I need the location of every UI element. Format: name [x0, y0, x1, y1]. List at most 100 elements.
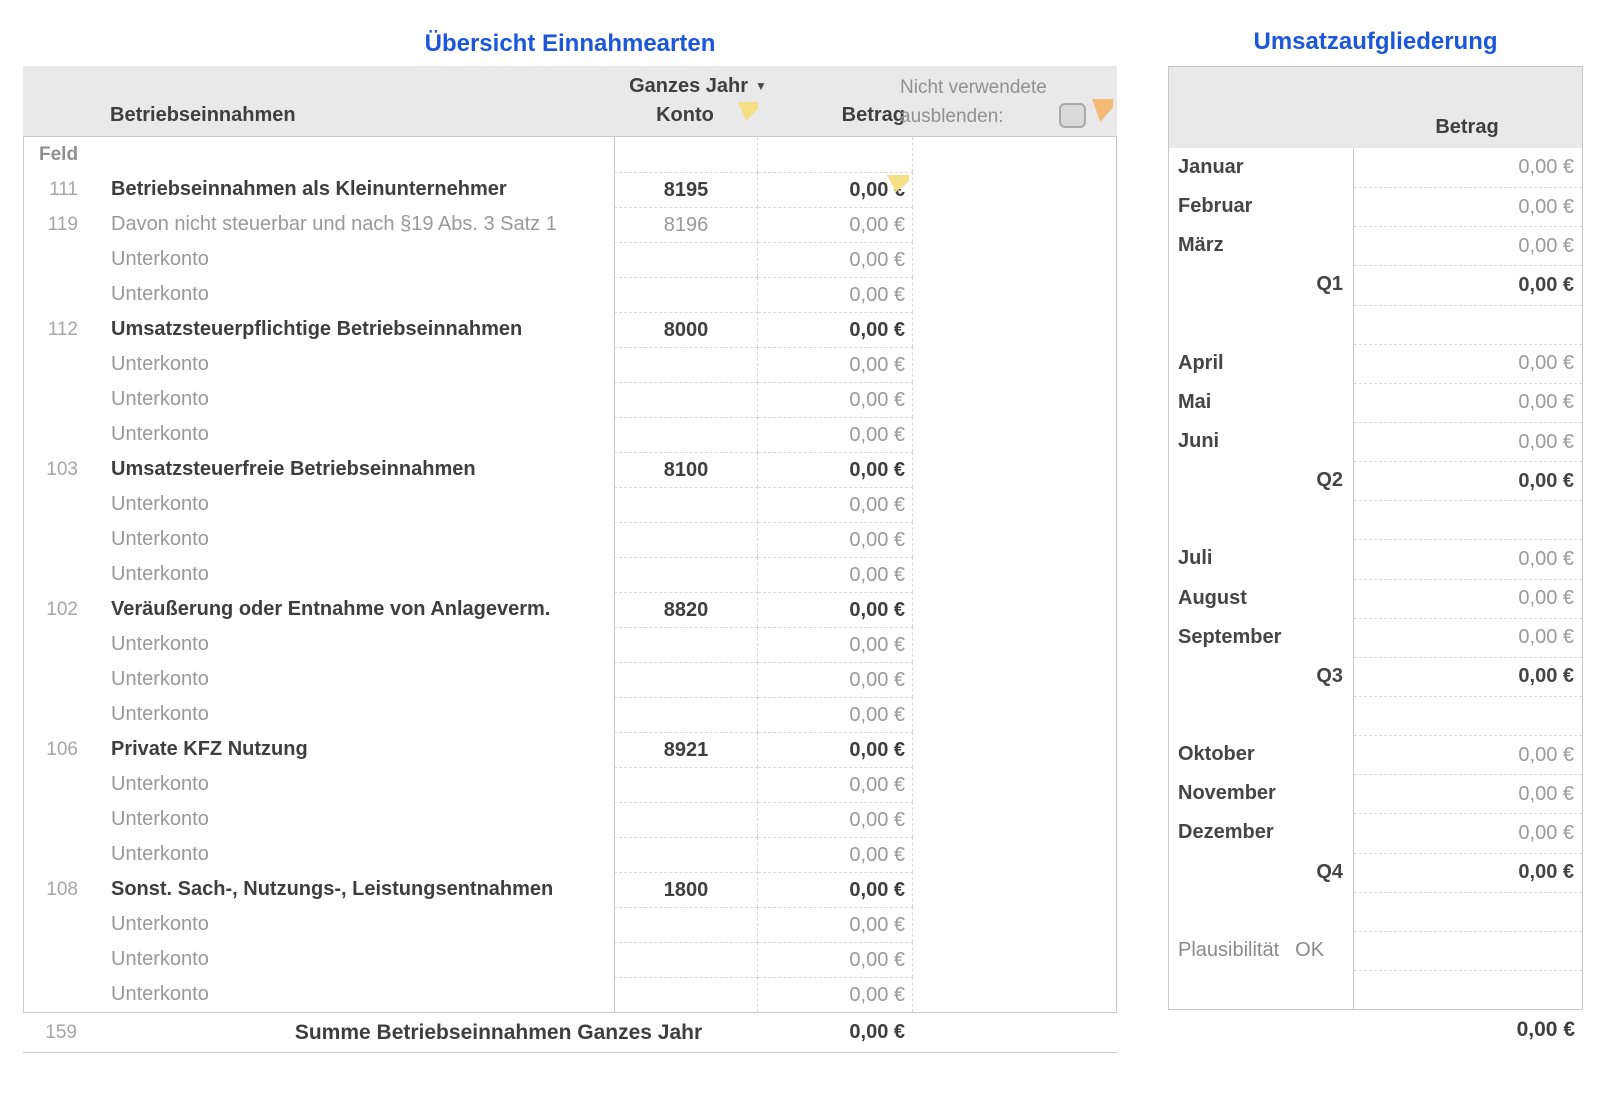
- notes-cell[interactable]: [913, 872, 1116, 907]
- betrag-cell[interactable]: 0,00 €: [758, 452, 913, 487]
- period-label-cell[interactable]: Oktober: [1169, 735, 1354, 774]
- konto-cell[interactable]: [614, 837, 758, 872]
- betrag-cell[interactable]: 0,00 €: [1354, 813, 1582, 852]
- period-label-cell[interactable]: August: [1169, 579, 1354, 618]
- notes-cell[interactable]: [913, 242, 1116, 277]
- period-label-cell[interactable]: Q3: [1169, 657, 1354, 696]
- betrag-cell[interactable]: 0,00 €: [1354, 422, 1582, 461]
- betrag-cell[interactable]: 0,00 €: [1354, 539, 1582, 578]
- period-label-cell[interactable]: [1169, 892, 1354, 931]
- period-label-cell[interactable]: [1169, 500, 1354, 539]
- notes-cell[interactable]: [913, 207, 1116, 242]
- konto-cell[interactable]: [614, 767, 758, 802]
- notes-cell[interactable]: [913, 767, 1116, 802]
- period-label-cell[interactable]: Q4: [1169, 853, 1354, 892]
- row-label-cell[interactable]: Unterkonto: [86, 277, 614, 312]
- row-label-cell[interactable]: Unterkonto: [86, 907, 614, 942]
- konto-cell[interactable]: [614, 977, 758, 1012]
- notes-cell[interactable]: [913, 837, 1116, 872]
- betrag-cell[interactable]: 0,00 €: [1354, 853, 1582, 892]
- betrag-cell[interactable]: 0,00 €: [1354, 735, 1582, 774]
- betrag-cell[interactable]: [1354, 696, 1582, 735]
- konto-cell[interactable]: [614, 487, 758, 522]
- betrag-cell[interactable]: [1354, 931, 1582, 970]
- betrag-cell[interactable]: 0,00 €: [758, 767, 913, 802]
- konto-cell[interactable]: 1800: [614, 872, 758, 907]
- konto-cell[interactable]: [614, 417, 758, 452]
- period-label-cell[interactable]: Mai: [1169, 383, 1354, 422]
- konto-cell[interactable]: [614, 382, 758, 417]
- hide-unused-checkbox[interactable]: [1059, 103, 1086, 128]
- betrag-cell[interactable]: 0,00 €: [758, 977, 913, 1012]
- konto-cell[interactable]: [614, 907, 758, 942]
- notes-cell[interactable]: [913, 907, 1116, 942]
- notes-cell[interactable]: [913, 277, 1116, 312]
- betrag-cell[interactable]: 0,00 €: [1354, 383, 1582, 422]
- betrag-cell[interactable]: [1354, 970, 1582, 1009]
- betrag-cell[interactable]: 0,00 €: [1354, 148, 1582, 187]
- notes-cell[interactable]: [913, 977, 1116, 1012]
- konto-cell[interactable]: [614, 627, 758, 662]
- period-label-cell[interactable]: PlausibilitätOK: [1169, 931, 1354, 970]
- betrag-cell[interactable]: 0,00 €: [758, 732, 913, 767]
- konto-cell[interactable]: [614, 662, 758, 697]
- row-label-cell[interactable]: Unterkonto: [86, 977, 614, 1012]
- betrag-cell[interactable]: 0,00 €: [758, 802, 913, 837]
- notes-cell[interactable]: [913, 382, 1116, 417]
- row-label-cell[interactable]: Unterkonto: [86, 837, 614, 872]
- period-label-cell[interactable]: Dezember: [1169, 813, 1354, 852]
- konto-cell[interactable]: [614, 697, 758, 732]
- notes-cell[interactable]: [913, 802, 1116, 837]
- row-label-cell[interactable]: Unterkonto: [86, 802, 614, 837]
- row-label-cell[interactable]: Unterkonto: [86, 487, 614, 522]
- betrag-cell[interactable]: 0,00 €: [758, 522, 913, 557]
- konto-cell[interactable]: 8820: [614, 592, 758, 627]
- period-label-cell[interactable]: Q1: [1169, 265, 1354, 304]
- betrag-cell[interactable]: 0,00 €: [1354, 579, 1582, 618]
- betrag-cell[interactable]: 0,00 €: [758, 207, 913, 242]
- notes-cell[interactable]: [913, 522, 1116, 557]
- period-label-cell[interactable]: September: [1169, 618, 1354, 657]
- betrag-cell[interactable]: 0,00 €: [758, 382, 913, 417]
- period-label-cell[interactable]: Q2: [1169, 461, 1354, 500]
- betrag-cell[interactable]: 0,00 €: [758, 487, 913, 522]
- row-label-cell[interactable]: Unterkonto: [86, 697, 614, 732]
- row-label-cell[interactable]: Private KFZ Nutzung: [86, 732, 614, 767]
- konto-cell[interactable]: [614, 242, 758, 277]
- konto-cell[interactable]: 8100: [614, 452, 758, 487]
- row-label-cell[interactable]: Unterkonto: [86, 557, 614, 592]
- row-label-cell[interactable]: Unterkonto: [86, 627, 614, 662]
- konto-cell[interactable]: [614, 802, 758, 837]
- betrag-cell[interactable]: 0,00 €: [758, 872, 913, 907]
- row-label-cell[interactable]: Unterkonto: [86, 347, 614, 382]
- period-label-cell[interactable]: April: [1169, 344, 1354, 383]
- notes-cell[interactable]: [913, 312, 1116, 347]
- betrag-cell[interactable]: 0,00 €: [758, 627, 913, 662]
- row-label-cell[interactable]: Unterkonto: [86, 767, 614, 802]
- betrag-cell[interactable]: 0,00 €: [1354, 226, 1582, 265]
- konto-cell[interactable]: 8921: [614, 732, 758, 767]
- betrag-cell[interactable]: 0,00 €: [758, 942, 913, 977]
- period-label-cell[interactable]: Juli: [1169, 539, 1354, 578]
- notes-cell[interactable]: [913, 732, 1116, 767]
- period-label-cell[interactable]: Juni: [1169, 422, 1354, 461]
- betrag-cell[interactable]: 0,00 €: [758, 697, 913, 732]
- period-label-cell[interactable]: Januar: [1169, 148, 1354, 187]
- konto-cell[interactable]: [614, 277, 758, 312]
- betrag-cell[interactable]: 0,00 €: [758, 242, 913, 277]
- row-label-cell[interactable]: Davon nicht steuerbar und nach §19 Abs. …: [86, 207, 614, 242]
- period-label-cell[interactable]: März: [1169, 226, 1354, 265]
- konto-cell[interactable]: [614, 557, 758, 592]
- konto-cell[interactable]: [614, 942, 758, 977]
- betrag-cell[interactable]: 0,00 €: [758, 907, 913, 942]
- betrag-cell[interactable]: 0,00 €: [1354, 657, 1582, 696]
- betrag-cell[interactable]: [1354, 305, 1582, 344]
- betrag-cell[interactable]: 0,00 €: [1354, 461, 1582, 500]
- betrag-cell[interactable]: 0,00 €: [758, 172, 913, 207]
- period-label-cell[interactable]: [1169, 305, 1354, 344]
- row-label-cell[interactable]: Betriebseinnahmen als Kleinunternehmer: [86, 172, 614, 207]
- sum-row[interactable]: 159 Summe Betriebseinnahmen Ganzes Jahr …: [23, 1013, 1117, 1053]
- period-label-cell[interactable]: Februar: [1169, 187, 1354, 226]
- period-dropdown[interactable]: Ganzes Jahr▼: [629, 75, 767, 98]
- row-label-cell[interactable]: Umsatzsteuerpflichtige Betriebseinnahmen: [86, 312, 614, 347]
